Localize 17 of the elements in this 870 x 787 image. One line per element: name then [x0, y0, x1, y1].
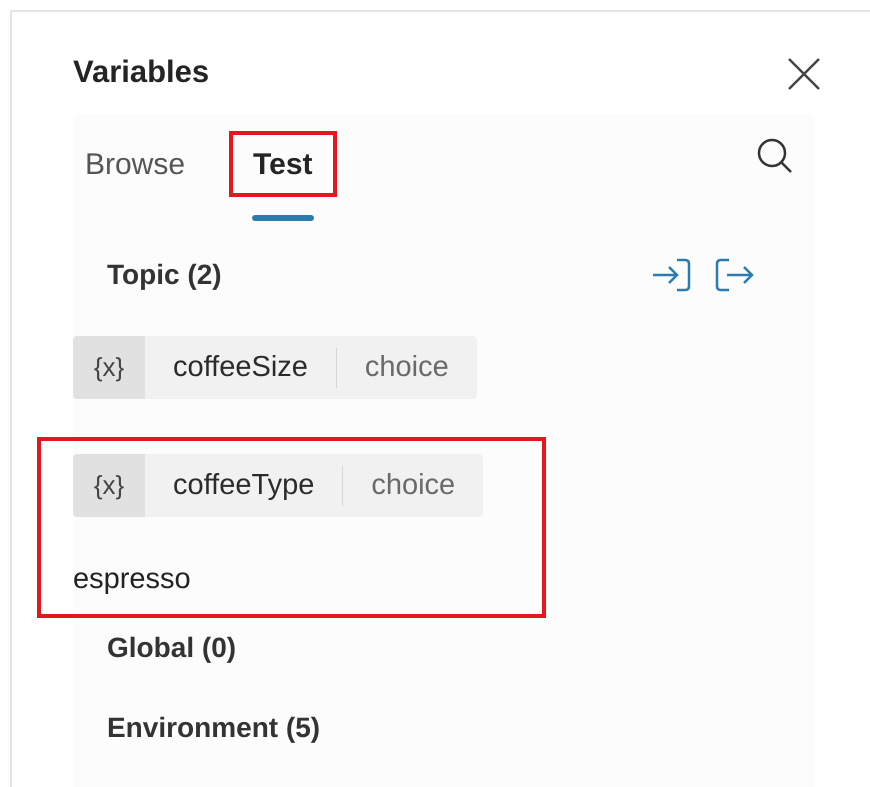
variable-icon: {x} — [73, 336, 145, 399]
variable-type: choice — [370, 468, 456, 503]
section-header[interactable]: Global (0) — [107, 627, 236, 669]
variable-name: coffeeType — [172, 468, 316, 503]
variable-type: choice — [364, 350, 450, 385]
variable-value: espresso — [73, 562, 192, 597]
variable-name: coffeeSize — [172, 350, 309, 385]
variable-chip[interactable]: {x} coffeeType choice — [73, 454, 484, 517]
close-icon[interactable] — [786, 56, 822, 92]
section-header[interactable]: Environment (5) — [107, 707, 320, 749]
variable-icon: {x} — [73, 454, 145, 517]
section-header[interactable]: Topic (2) — [107, 254, 222, 296]
import-icon[interactable] — [651, 258, 691, 292]
variable-chip[interactable]: {x} coffeeSize choice — [73, 336, 477, 399]
export-icon[interactable] — [715, 258, 755, 292]
panel-title: Variables — [73, 53, 210, 91]
tab[interactable]: Browse — [81, 131, 190, 221]
